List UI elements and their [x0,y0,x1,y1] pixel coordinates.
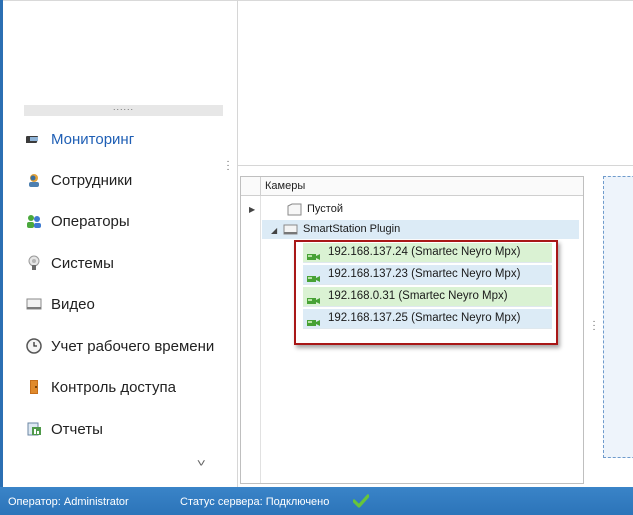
operator-status: Оператор: Administrator [8,496,129,508]
camera-icon [307,315,320,326]
server-icon [283,223,298,236]
sidebar-item-access-control[interactable]: Контроль доступа [26,376,176,398]
chevron-down-icon[interactable]: ˅ [197,458,206,470]
operators-icon [26,213,42,229]
camera-label: 192.168.137.24 (Smartec Neyro Mpx) [328,246,521,258]
tree-node-empty[interactable]: ▶ Пустой [249,200,579,219]
sidebar-item-operators[interactable]: Операторы [26,210,130,232]
sidebar-item-timekeeping[interactable]: Учет рабочего времени [26,335,214,357]
tree-node-label: Пустой [307,203,343,215]
employees-icon [26,172,42,188]
camera-label: 192.168.0.31 (Smartec Neyro Mpx) [328,290,508,302]
sidebar-item-employees[interactable]: Сотрудники [26,169,132,191]
tree-node-smartstation[interactable]: ◢ SmartStation Plugin [262,220,579,239]
camera-row[interactable]: 192.168.137.24 (Smartec Neyro Mpx) [303,243,552,263]
sidebar-item-label: Системы [51,254,114,272]
sidebar-item-monitoring[interactable]: Мониторинг [25,128,135,150]
tree-row-gutter [241,196,261,483]
camera-row[interactable]: 192.168.137.25 (Smartec Neyro Mpx) [303,309,552,329]
camera-icon [307,249,320,260]
sidebar-nav: Мониторинг Сотрудники Операторы Системы … [0,0,228,487]
status-bar: Оператор: Administrator Статус сервера: … [0,487,633,515]
camera-label: 192.168.137.23 (Smartec Neyro Mpx) [328,268,521,280]
sidebar-item-label: Операторы [51,212,130,230]
expand-arrow-icon[interactable]: ▶ [249,200,255,219]
sidebar-item-video[interactable]: Видео [26,293,95,315]
sidebar-item-label: Видео [51,295,95,313]
sidebar-item-label: Учет рабочего времени [51,337,215,355]
server-status: Статус сервера: Подключено [180,496,330,508]
tree-header: Камеры [241,177,583,196]
drop-target-panel[interactable] [603,176,633,458]
folder-icon [287,203,302,216]
tree-node-label: SmartStation Plugin [303,223,401,235]
camera-row[interactable]: 192.168.137.23 (Smartec Neyro Mpx) [303,265,552,285]
clock-icon [26,338,42,354]
systems-icon [26,255,42,271]
monitoring-top-panel [238,1,633,166]
collapse-arrow-icon[interactable]: ◢ [271,221,277,240]
camera-icon [307,293,320,304]
tree-header-gutter [241,177,261,195]
sidebar-item-label: Сотрудники [51,171,133,189]
sidebar-item-label: Контроль доступа [51,378,176,396]
sidebar-item-systems[interactable]: Системы [26,252,114,274]
camera-row[interactable]: 192.168.0.31 (Smartec Neyro Mpx) [303,287,552,307]
sidebar-item-reports[interactable]: Отчеты [26,418,103,440]
camera-label: 192.168.137.25 (Smartec Neyro Mpx) [328,312,521,324]
sidebar-item-label: Отчеты [51,420,103,438]
sidebar-item-label: Мониторинг [51,130,135,148]
panel-resize-grip[interactable]: · · · [592,317,596,335]
sidebar-resize-grip[interactable]: · · · [226,157,230,175]
camera-icon [307,271,320,282]
door-icon [26,379,42,395]
tree-column-header[interactable]: Камеры [265,180,305,192]
check-icon [352,494,370,508]
video-icon [26,296,42,312]
reports-icon [26,421,42,437]
monitor-icon [25,131,42,147]
